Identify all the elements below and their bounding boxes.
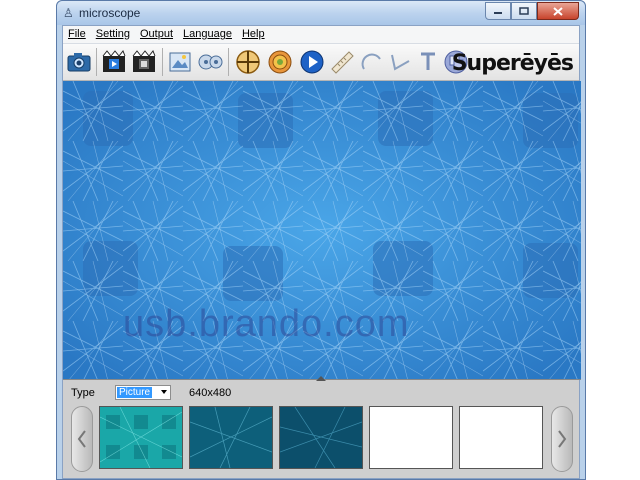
menu-output[interactable]: Output: [135, 26, 178, 43]
microscope-live-view[interactable]: usb.brando.com: [63, 81, 581, 380]
ruler-icon: [331, 51, 354, 74]
scroll-right-button[interactable]: [551, 406, 573, 472]
photo-album-button[interactable]: [166, 48, 194, 76]
capture-panel: Type Picture 640x480: [63, 376, 579, 478]
video-album-icon: [198, 54, 223, 70]
menu-setting-label: Setting: [95, 28, 130, 40]
close-icon: [553, 6, 563, 16]
window-title: microscope: [79, 6, 141, 20]
settings-button[interactable]: [266, 48, 294, 76]
scroll-left-button[interactable]: [71, 406, 93, 472]
thumbnail-slot[interactable]: [99, 406, 183, 469]
thumbnail-image: [190, 407, 272, 468]
play-icon: [300, 50, 324, 74]
video-stop-icon: [132, 50, 156, 72]
toolbar: Superēyēs: [63, 44, 579, 81]
splitter-handle[interactable]: [316, 376, 326, 381]
text-tool-icon: [421, 52, 435, 70]
menu-file[interactable]: File: [63, 26, 91, 43]
stop-video-button[interactable]: [130, 48, 158, 76]
menu-setting[interactable]: Setting: [91, 26, 135, 43]
thumbnail-slot-empty[interactable]: [459, 406, 543, 469]
video-record-icon: [102, 50, 126, 72]
thumbnail-slot[interactable]: [279, 406, 363, 469]
minimize-icon: [494, 12, 502, 14]
settings-gear-icon: [268, 50, 292, 74]
type-dropdown-value: Picture: [117, 387, 153, 398]
resolution-label: 640x480: [189, 387, 232, 399]
toolbar-separator: [228, 48, 229, 76]
menu-output-label: Output: [139, 28, 174, 40]
maximize-button[interactable]: [511, 2, 537, 20]
menu-language-label: Language: [183, 28, 232, 40]
arrow-left-icon: [77, 430, 86, 448]
brand-logo: Superēyēs: [451, 51, 574, 76]
minimize-button[interactable]: [485, 2, 511, 20]
arc-tool-button[interactable]: [358, 48, 386, 76]
maximize-icon: [519, 7, 529, 15]
crosshair-icon: [236, 50, 260, 74]
menu-help[interactable]: Help: [237, 26, 270, 43]
menu-bar: File Setting Output Language Help: [63, 26, 579, 44]
toolbar-separator: [96, 48, 97, 76]
angle-tool-icon: [391, 54, 410, 71]
watermark-text: usb.brando.com: [123, 303, 410, 345]
client-area: File Setting Output Language Help Superē…: [62, 25, 581, 479]
ruler-button[interactable]: [328, 48, 356, 76]
menu-language[interactable]: Language: [178, 26, 237, 43]
menu-help-label: Help: [241, 28, 265, 40]
angle-tool-button[interactable]: [386, 48, 414, 76]
thumbnail-image: [100, 407, 182, 468]
type-dropdown[interactable]: Picture: [115, 385, 171, 400]
title-bar[interactable]: ♙ microscope: [57, 1, 585, 25]
arc-tool-icon: [361, 53, 381, 70]
close-button[interactable]: [537, 2, 579, 20]
text-tool-button[interactable]: [414, 48, 442, 76]
capture-photo-button[interactable]: [65, 48, 93, 76]
type-label: Type: [71, 387, 95, 399]
thumbnail-slot[interactable]: [189, 406, 273, 469]
video-album-button[interactable]: [196, 48, 224, 76]
chevron-down-icon: [161, 390, 167, 394]
thumbnail-slot-empty[interactable]: [369, 406, 453, 469]
menu-file-label: File: [68, 28, 86, 40]
toolbar-separator: [162, 48, 163, 76]
record-video-button[interactable]: [100, 48, 128, 76]
photo-album-icon: [169, 52, 191, 72]
crosshair-button[interactable]: [234, 48, 262, 76]
microscope-icon: ♙: [63, 6, 74, 20]
thumbnail-image: [280, 407, 362, 468]
play-button[interactable]: [298, 48, 326, 76]
arrow-right-icon: [558, 430, 567, 448]
camera-icon: [67, 53, 91, 72]
app-window: ♙ microscope File Setting Output Languag…: [56, 0, 586, 480]
